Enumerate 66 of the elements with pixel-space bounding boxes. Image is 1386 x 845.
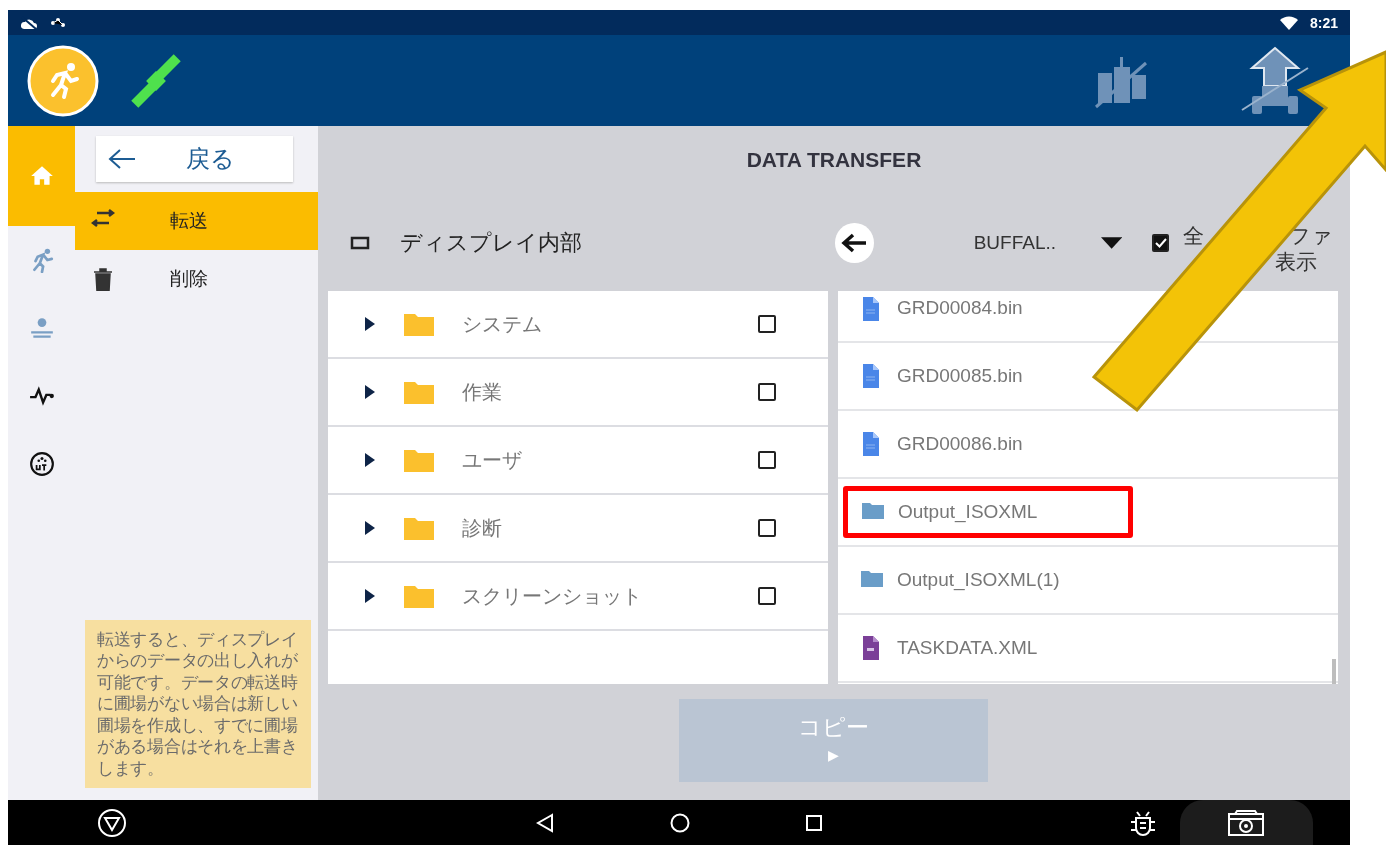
clock-time: 8:21	[1309, 14, 1338, 31]
gear-field-icon	[28, 315, 55, 341]
checkbox[interactable]	[758, 587, 776, 605]
home-circle-icon[interactable]	[670, 812, 690, 833]
checkbox[interactable]	[1151, 233, 1170, 252]
file-name: GRD00084.bin	[897, 297, 1023, 319]
back-circle-button[interactable]	[835, 222, 874, 263]
screenshot-button[interactable]	[1180, 800, 1313, 845]
device-dropdown[interactable]: BUFFAL..	[973, 231, 1066, 254]
folder-name: ユーザ	[462, 447, 523, 473]
folder-icon	[404, 584, 434, 608]
folder-icon	[404, 380, 434, 404]
checkbox[interactable]	[758, 383, 776, 401]
folder-row[interactable]: ユーザ	[328, 427, 828, 495]
arrow-left-icon	[841, 232, 868, 253]
expand-arrow-icon[interactable]	[364, 385, 376, 399]
file-row[interactable]: Output_ISOXML	[838, 479, 1338, 547]
menu-item[interactable]: 転送	[75, 192, 318, 250]
caret-icon[interactable]	[1100, 236, 1122, 249]
expand-arrow-icon[interactable]	[364, 317, 376, 331]
folder-row[interactable]: 作業	[328, 359, 828, 427]
folder-row[interactable]: システム	[328, 291, 828, 359]
trash-icon	[91, 267, 115, 291]
file-row[interactable]: TASKDATA.XML	[838, 615, 1338, 683]
camera-icon	[1227, 808, 1265, 837]
scrollbar[interactable]	[1332, 659, 1336, 684]
folder-name: スクリーンショット	[462, 583, 643, 609]
arrow-left-icon	[108, 148, 136, 170]
file-row[interactable]: GRD00086.bin	[838, 411, 1338, 479]
file-name: TASKDATA.XML	[897, 637, 1038, 659]
file-row[interactable]: Output_ISOXML(1)	[838, 547, 1338, 615]
checkbox[interactable]	[758, 451, 776, 469]
folder-icon	[404, 516, 434, 540]
folder-name: システム	[462, 311, 543, 337]
network-icon	[50, 16, 66, 29]
file-name: Output_ISOXML	[898, 501, 1038, 523]
back-icon[interactable]	[536, 812, 554, 833]
back-button[interactable]: 戻る	[96, 136, 293, 182]
file-name: Output_ISOXML(1)	[897, 569, 1060, 591]
ut-icon	[28, 451, 55, 477]
runner-icon[interactable]	[27, 44, 99, 117]
checkbox-label: 表示	[1275, 248, 1318, 275]
checkbox[interactable]	[758, 519, 776, 537]
recents-icon[interactable]	[805, 813, 823, 832]
checkbox-label: 全	[1183, 222, 1205, 249]
wifi-icon	[1279, 15, 1298, 30]
folder-row[interactable]: 診断	[328, 495, 828, 563]
expand-arrow-icon[interactable]	[364, 521, 376, 535]
folder-name: 診断	[462, 515, 503, 541]
stop-icon[interactable]	[97, 807, 127, 838]
satellite-icon[interactable]	[129, 53, 183, 108]
folder-icon	[404, 312, 434, 336]
folder-name: 作業	[462, 379, 503, 405]
menu-item[interactable]: 削除	[75, 250, 318, 308]
checkbox[interactable]	[758, 315, 776, 333]
pane-title: ディスプレイ内部	[400, 228, 582, 257]
expand-arrow-icon[interactable]	[364, 453, 376, 467]
info-note: 転送すると、ディスプレイからのデータの出し入れが可能です。データの転送時に圃場がない場合は新しい圃場を作成し、すでに圃場がある場合はそれを上書きします。	[85, 619, 311, 788]
page-title: DATA TRANSFER	[745, 147, 923, 173]
display-icon	[350, 235, 370, 250]
file-name: GRD00085.bin	[897, 365, 1023, 387]
folder-icon	[404, 448, 434, 472]
tractor-upload-icon[interactable]	[1240, 45, 1310, 116]
file-name: GRD00086.bin	[897, 433, 1023, 455]
folder-row[interactable]: スクリーンショット	[328, 563, 828, 631]
expand-arrow-icon[interactable]	[364, 589, 376, 603]
